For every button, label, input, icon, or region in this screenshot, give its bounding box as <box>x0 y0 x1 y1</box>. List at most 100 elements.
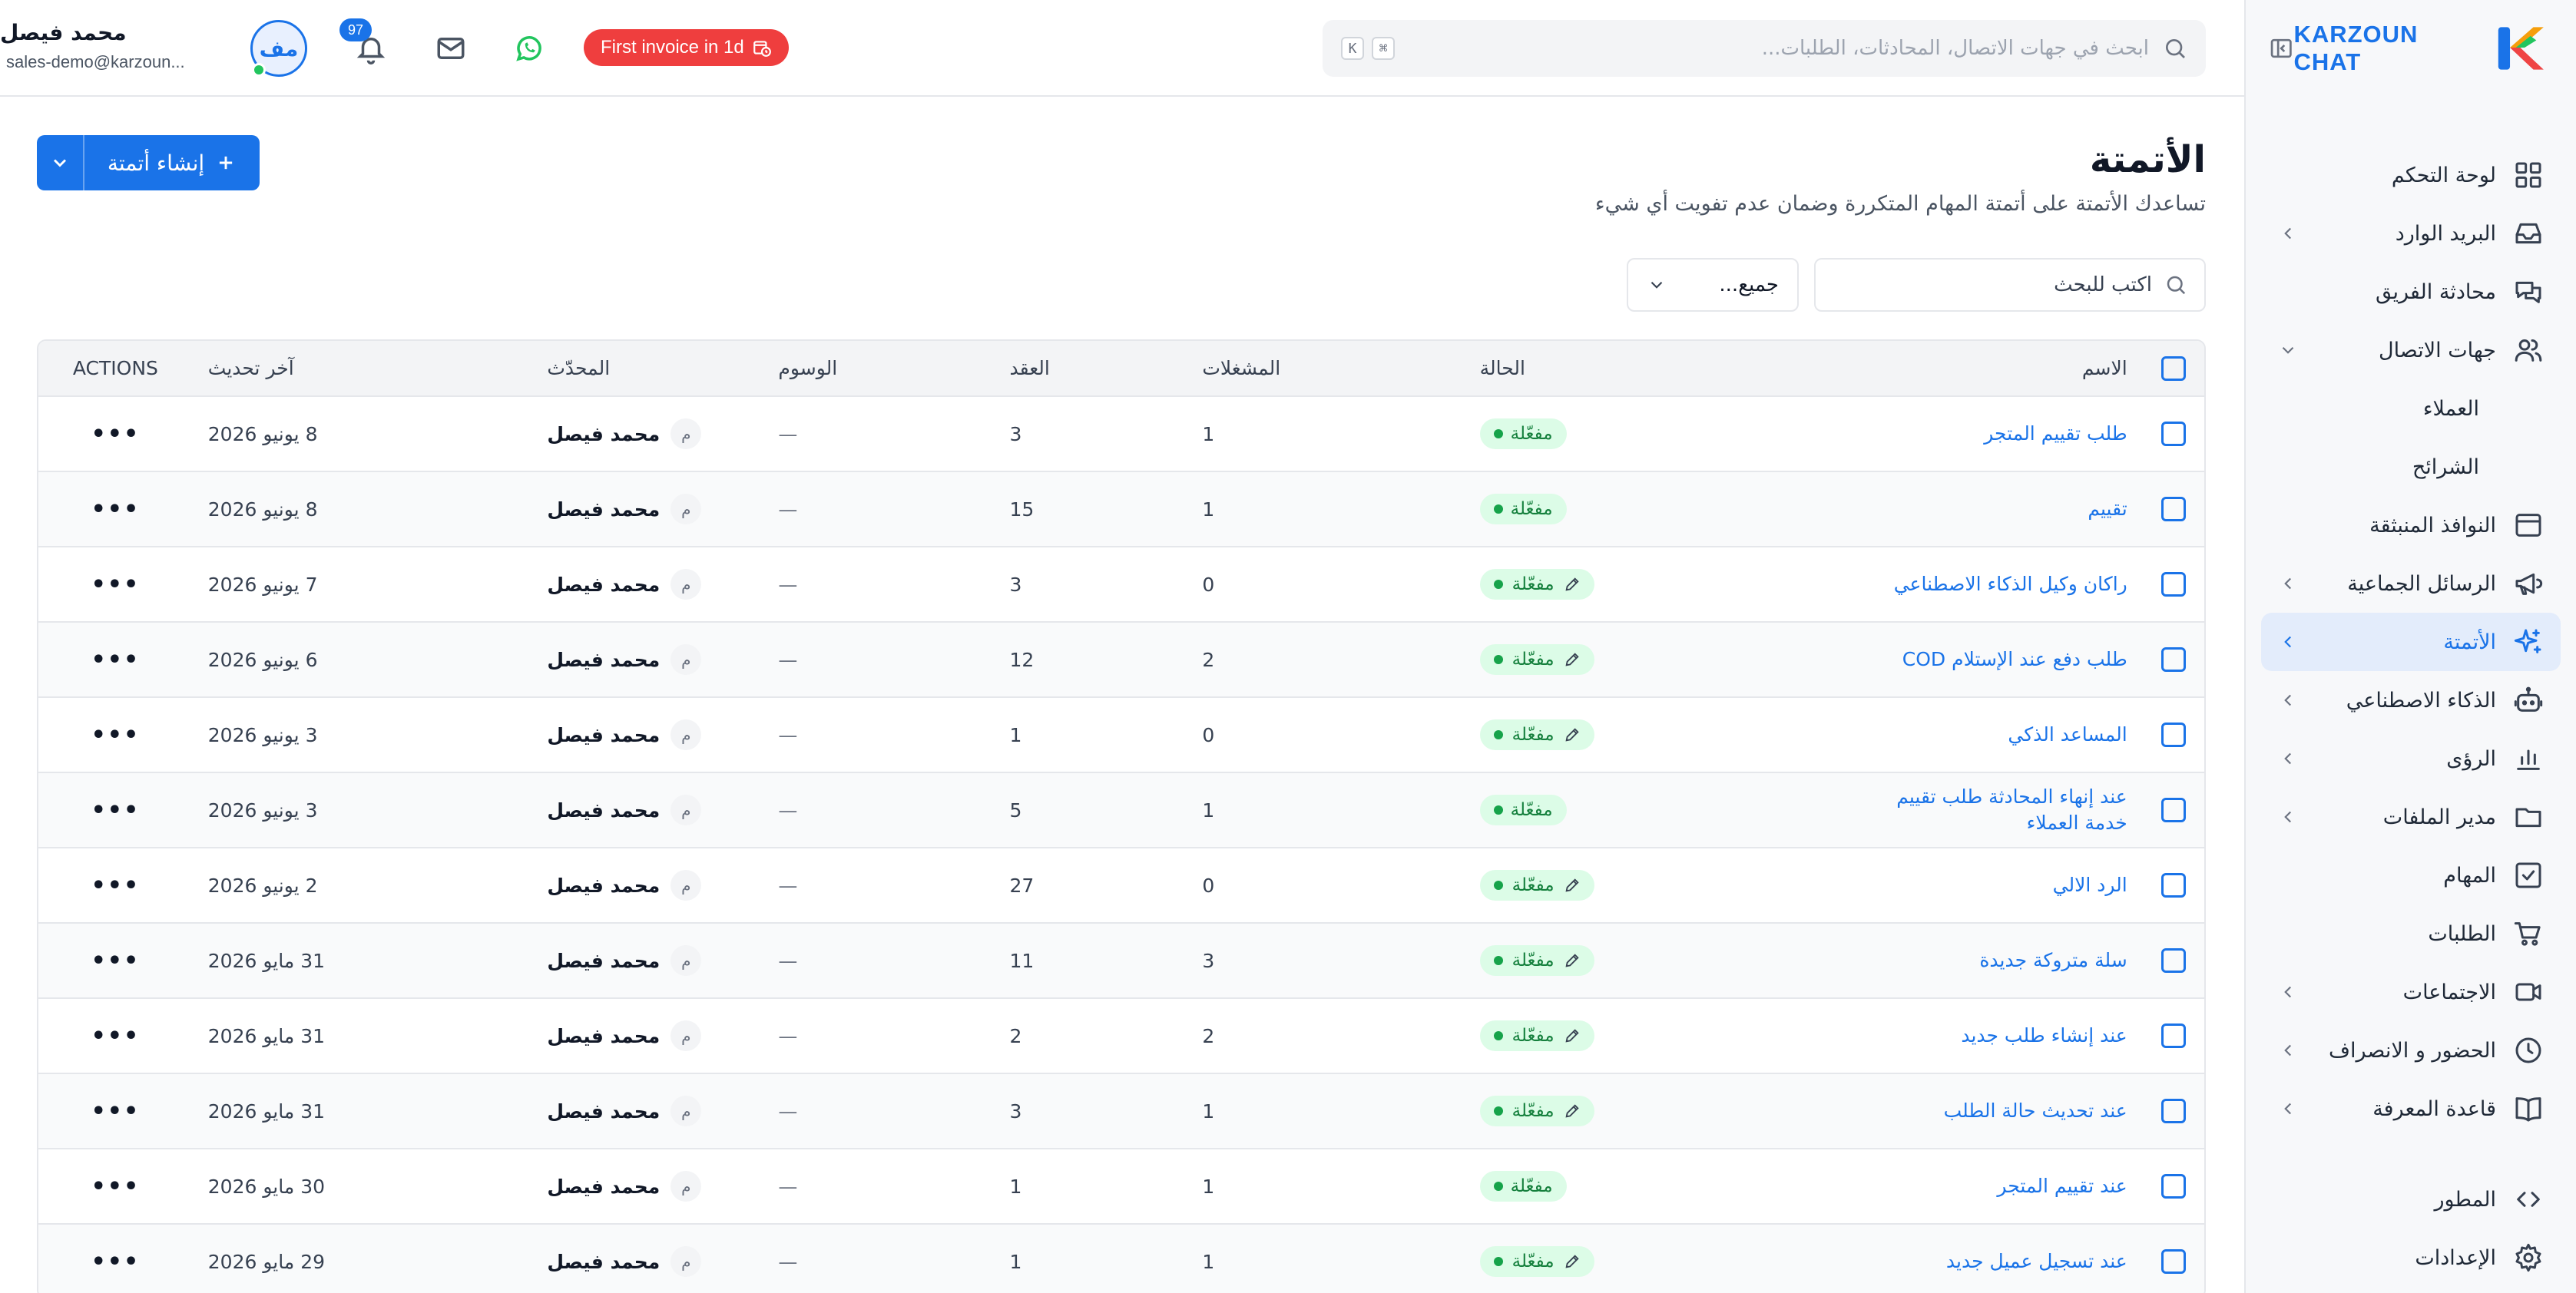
header-name[interactable]: الاسم <box>1865 341 2143 397</box>
table-search[interactable] <box>1814 258 2206 312</box>
table-search-input[interactable] <box>1833 273 2152 296</box>
sidebar-item-15[interactable]: الحضور و الانصراف <box>2261 1021 2561 1080</box>
automation-name-link[interactable]: عند إنشاء طلب جديد <box>1961 1024 2127 1047</box>
updater-name: محمد فيصل <box>547 949 661 972</box>
create-automation-button[interactable]: إنشاء أتمتة <box>37 135 260 190</box>
status-filter-select[interactable]: جميع... <box>1627 258 1799 312</box>
sidebar-item-16[interactable]: قاعدة المعرفة <box>2261 1080 2561 1138</box>
sidebar-item-3[interactable]: جهات الاتصال <box>2261 321 2561 379</box>
sidebar-collapse-icon[interactable] <box>2269 35 2293 61</box>
automation-name-link[interactable]: تقييم <box>2088 498 2127 520</box>
sidebar-item-7[interactable]: الرسائل الجماعية <box>2261 554 2561 613</box>
sidebar-bottom-item-0[interactable]: المطور <box>2261 1170 2561 1229</box>
select-all-checkbox[interactable] <box>2160 355 2186 381</box>
row-checkbox[interactable] <box>2160 873 2186 898</box>
header-status[interactable]: الحالة <box>1464 341 1866 397</box>
more-actions-icon[interactable]: ••• <box>91 571 141 598</box>
brand-logo-group[interactable]: KARZOUN CHAT <box>2293 21 2547 76</box>
row-checkbox[interactable] <box>2160 1174 2186 1199</box>
sidebar-item-12[interactable]: المهام <box>2261 846 2561 904</box>
sidebar-item-13[interactable]: الطلبات <box>2261 904 2561 963</box>
global-search[interactable]: ⌘ K <box>1323 20 2206 77</box>
sidebar-item-label: النوافذ المنبثقة <box>2369 513 2496 537</box>
table-row[interactable]: عند إنهاء المحادثة طلب تقييم خدمة العملا… <box>38 772 2204 848</box>
row-checkbox[interactable] <box>2160 497 2186 521</box>
sidebar-item-6[interactable]: النوافذ المنبثقة <box>2261 496 2561 554</box>
table-row[interactable]: راكان وكيل الذكاء الاصطناعي مفعّلة 0 3— م محم… <box>38 547 2204 623</box>
header-updated-by[interactable]: المحدّث <box>531 341 763 397</box>
header-nodes[interactable]: العقد <box>994 341 1187 397</box>
row-checkbox[interactable] <box>2160 572 2186 597</box>
chevron-left-icon <box>2284 1103 2292 1115</box>
cart-icon <box>2514 922 2541 946</box>
sidebar-item-label: الأتمتة <box>2443 630 2496 654</box>
more-actions-icon[interactable]: ••• <box>91 1023 141 1050</box>
automation-name-link[interactable]: طلب تقييم المتجر <box>1984 422 2127 445</box>
automation-name-link[interactable]: عند تقييم المتجر <box>1997 1175 2127 1197</box>
row-checkbox[interactable] <box>2160 723 2186 747</box>
more-actions-icon[interactable]: ••• <box>91 421 141 448</box>
table-row[interactable]: عند تحديث حالة الطلب مفعّلة 1 3— م محمد فيصل 3… <box>38 1073 2204 1149</box>
status-label: مفعّلة <box>1510 1176 1553 1196</box>
more-actions-icon[interactable]: ••• <box>91 1248 141 1275</box>
more-actions-icon[interactable]: ••• <box>91 947 141 974</box>
cell-updated-by: م محمد فيصل <box>531 848 763 924</box>
sidebar-item-1[interactable]: البريد الوارد <box>2261 204 2561 263</box>
table-row[interactable]: عند تقييم المتجر مفعّلة 1 1— م محمد فيصل 30 ما… <box>38 1149 2204 1225</box>
more-actions-icon[interactable]: ••• <box>91 872 141 899</box>
automation-name-link[interactable]: عند إنهاء المحادثة طلب تقييم خدمة العملا… <box>1896 785 2127 834</box>
row-checkbox[interactable] <box>2160 948 2186 973</box>
more-actions-icon[interactable]: ••• <box>91 646 141 673</box>
sidebar-item-9[interactable]: الذكاء الاصطناعي <box>2261 671 2561 729</box>
row-checkbox[interactable] <box>2160 798 2186 822</box>
automation-name-link[interactable]: عند تحديث حالة الطلب <box>1944 1100 2127 1122</box>
row-checkbox[interactable] <box>2160 647 2186 672</box>
create-automation-main[interactable]: إنشاء أتمتة <box>84 150 260 176</box>
row-checkbox[interactable] <box>2160 1023 2186 1048</box>
automation-name-link[interactable]: طلب دفع عند الإستلام COD <box>1902 648 2127 670</box>
whatsapp-icon[interactable] <box>513 32 545 64</box>
table-row[interactable]: المساعد الذكي مفعّلة 0 1— م محمد فيصل 3 يونيو … <box>38 697 2204 773</box>
automation-name-link[interactable]: سلة متروكة جديدة <box>1979 949 2127 971</box>
table-row[interactable]: طلب تقييم المتجر مفعّلة 1 3— م محمد فيصل 8 يون… <box>38 396 2204 472</box>
row-checkbox[interactable] <box>2160 422 2186 446</box>
sidebar-item-11[interactable]: مدير الملفات <box>2261 788 2561 846</box>
table-row[interactable]: عند تسجيل عميل جديد مفعّلة 1 1— م محمد فيصل 29… <box>38 1224 2204 1293</box>
create-automation-dropdown[interactable] <box>37 135 84 190</box>
global-search-input[interactable] <box>1402 37 2149 60</box>
sidebar-item-4[interactable]: العملاء <box>2261 379 2561 438</box>
automation-name-link[interactable]: عند تسجيل عميل جديد <box>1946 1250 2127 1272</box>
table-row[interactable]: الرد الالي مفعّلة 0 27— م محمد فيصل 2 يونيو 20… <box>38 848 2204 924</box>
automation-name-link[interactable]: المساعد الذكي <box>2008 723 2127 746</box>
cell-triggers: 1 <box>1187 772 1465 848</box>
table-row[interactable]: سلة متروكة جديدة مفعّلة 3 11— م محمد فيصل 31 م… <box>38 923 2204 999</box>
sidebar-item-8[interactable]: الأتمتة <box>2261 613 2561 671</box>
row-checkbox[interactable] <box>2160 1249 2186 1274</box>
sidebar-item-10[interactable]: الرؤى <box>2261 729 2561 788</box>
more-actions-icon[interactable]: ••• <box>91 1173 141 1200</box>
table-row[interactable]: طلب دفع عند الإستلام COD مفعّلة 2 12— م محمد … <box>38 622 2204 698</box>
row-checkbox[interactable] <box>2160 1099 2186 1123</box>
more-actions-icon[interactable]: ••• <box>91 1098 141 1125</box>
sidebar-bottom-item-1[interactable]: الإعدادات <box>2261 1229 2561 1287</box>
sidebar-item-2[interactable]: محادثة الفريق <box>2261 263 2561 321</box>
sidebar-item-0[interactable]: لوحة التحكم <box>2261 146 2561 204</box>
sidebar-item-14[interactable]: الاجتماعات <box>2261 963 2561 1021</box>
mail-icon[interactable] <box>435 32 467 64</box>
automation-name-link[interactable]: الرد الالي <box>2053 874 2127 896</box>
table-row[interactable]: تقييم مفعّلة 1 15— م محمد فيصل 8 يونيو 2026 ••• <box>38 471 2204 547</box>
cell-status: مفعّلة <box>1464 622 1866 698</box>
automation-name-link[interactable]: راكان وكيل الذكاء الاصطناعي <box>1894 573 2127 595</box>
more-actions-icon[interactable]: ••• <box>91 722 141 749</box>
invoice-badge[interactable]: First invoice in 1d <box>584 29 789 66</box>
sparkle-icon <box>2514 629 2541 653</box>
sidebar-item-5[interactable]: الشرائح <box>2261 438 2561 496</box>
header-tags[interactable]: الوسوم <box>763 341 995 397</box>
more-actions-icon[interactable]: ••• <box>91 797 141 824</box>
cell-status: مفعّلة <box>1464 697 1866 773</box>
more-actions-icon[interactable]: ••• <box>91 496 141 523</box>
sidebar-item-label: قاعدة المعرفة <box>2372 1096 2496 1121</box>
table-row[interactable]: عند إنشاء طلب جديد مفعّلة 2 2— م محمد فيصل 31 … <box>38 998 2204 1074</box>
header-triggers[interactable]: المشغلات <box>1187 341 1465 397</box>
header-last-updated[interactable]: آخر تحديث <box>192 341 532 397</box>
